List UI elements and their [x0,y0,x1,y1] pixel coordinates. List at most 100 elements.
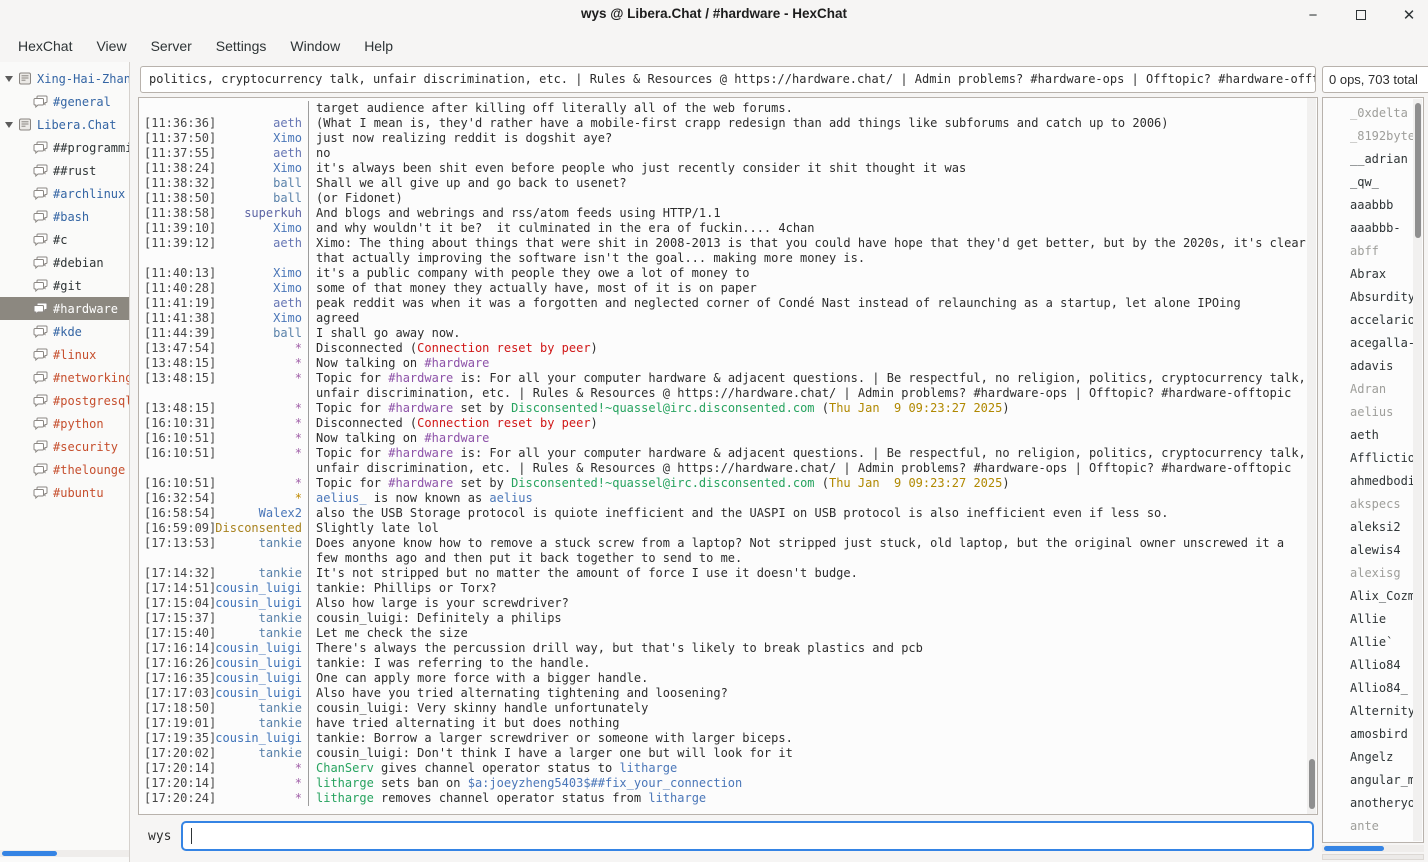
user-list-item[interactable]: aaabbb [1323,194,1414,217]
sidebar-item--c[interactable]: #c [0,228,129,251]
sidebar-item--kde[interactable]: #kde [0,320,129,343]
menu-settings[interactable]: Settings [206,34,277,58]
sidebar-item--general[interactable]: #general [0,90,129,113]
sidebar-item--git[interactable]: #git [0,274,129,297]
timestamp: [17:16:26] [139,656,215,671]
menu-help[interactable]: Help [354,34,403,58]
message-input[interactable] [181,821,1314,851]
sidebar-item--programming[interactable]: ##programming [0,136,129,159]
menu-server[interactable]: Server [141,34,202,58]
userlist-horizontal-scrollbar[interactable] [1322,845,1424,852]
message-text: and why wouldn't it be? it culminated in… [308,221,1307,236]
tree-horizontal-scrollbar[interactable] [0,850,129,857]
timestamp: [17:14:32] [139,566,215,581]
user-list-item[interactable]: alewis4 [1323,539,1414,562]
minimize-icon[interactable]: − [1302,4,1324,26]
user-list-item[interactable]: Adran [1323,378,1414,401]
nick: ball [215,176,308,191]
sidebar-item--ubuntu[interactable]: #ubuntu [0,481,129,504]
nick: ball [215,191,308,206]
nick: * [215,341,308,356]
user-list-item[interactable]: Alix_Cozm [1323,585,1414,608]
user-list-item[interactable]: accelario [1323,309,1414,332]
user-list-item[interactable]: aelius [1323,401,1414,424]
timestamp: [11:39:10] [139,221,215,236]
sidebar-item--python[interactable]: #python [0,412,129,435]
user-list-item[interactable]: ahmedbodi [1323,470,1414,493]
close-icon[interactable]: ✕ [1398,4,1420,26]
center-pane: politics, cryptocurrency talk, unfair di… [138,62,1318,862]
chat-scrollbar[interactable] [1307,98,1316,814]
userlist-scrollbar[interactable] [1413,99,1422,841]
userlist-hscroll-thumb[interactable] [1324,846,1384,851]
maximize-icon[interactable] [1350,4,1372,26]
sidebar-item--bash[interactable]: #bash [0,205,129,228]
expander-triangle-icon[interactable] [5,76,13,82]
timestamp: [17:20:24] [139,791,215,806]
sidebar-item-libera-chat[interactable]: Libera.Chat [0,113,129,136]
user-list-item[interactable]: _0xdelta [1323,102,1414,125]
menu-view[interactable]: View [86,34,136,58]
user-list-item[interactable]: aaabbb- [1323,217,1414,240]
user-list-item[interactable]: alexisg [1323,562,1414,585]
user-list-item[interactable]: Allio84_ [1323,677,1414,700]
sidebar-item-label: #security [53,440,118,454]
title-bar[interactable]: wys @ Libera.Chat / #hardware - HexChat … [0,0,1428,30]
sidebar-item--postgresql[interactable]: #postgresql [0,389,129,412]
sidebar-item-xing-hai-zhan[interactable]: Xing-Hai-Zhan [0,67,129,90]
channel-tree-rows: Xing-Hai-Zhan#generalLibera.Chat##progra… [0,67,129,504]
sidebar-item--hardware[interactable]: #hardware [0,297,129,320]
sidebar-item--thelounge[interactable]: #thelounge [0,458,129,481]
sidebar-item--debian[interactable]: #debian [0,251,129,274]
chat-line: [17:16:35]cousin_luigiOne can apply more… [139,671,1307,686]
expander-triangle-icon[interactable] [5,122,13,128]
user-list-item[interactable]: aleksi2 [1323,516,1414,539]
menu-window[interactable]: Window [280,34,350,58]
sidebar-item--linux[interactable]: #linux [0,343,129,366]
user-list-item[interactable]: Absurdity [1323,286,1414,309]
timestamp: [13:48:15] [139,401,215,416]
user-list-item[interactable]: Allie` [1323,631,1414,654]
sidebar-item--security[interactable]: #security [0,435,129,458]
timestamp: [16:59:09] [139,521,215,536]
user-list-item[interactable]: acegalla- [1323,332,1414,355]
user-list-item[interactable]: aeth [1323,424,1414,447]
user-list-item[interactable]: Affliction [1323,447,1414,470]
chat-line: [11:36:36]aeth(What I mean is, they'd ra… [139,116,1307,131]
topic-bar[interactable]: politics, cryptocurrency talk, unfair di… [140,66,1316,93]
menu-hexchat[interactable]: HexChat [8,34,82,58]
userlist-scrollbar-thumb[interactable] [1415,103,1421,238]
chat-line: [17:20:24]*litharge removes channel oper… [139,791,1307,806]
user-list-item[interactable]: abff [1323,240,1414,263]
tree-hscroll-thumb[interactable] [2,851,57,856]
message-text: target audience after killing off litera… [308,101,1307,116]
channel-icon [33,210,48,223]
nick: aeth [215,296,308,311]
sidebar-item--archlinux[interactable]: #archlinux [0,182,129,205]
sidebar-item--rust[interactable]: ##rust [0,159,129,182]
channel-tree: Xing-Hai-Zhan#generalLibera.Chat##progra… [0,62,130,862]
user-list-item[interactable]: _qw_ [1323,171,1414,194]
timestamp: [17:14:51] [139,581,215,596]
sidebar-item-label: ##rust [53,164,96,178]
chat-scrollbar-thumb[interactable] [1309,759,1315,809]
message-text: Also have you tried alternating tighteni… [308,686,1307,701]
user-list-item[interactable]: akspecs [1323,493,1414,516]
user-list-item[interactable]: Abrax [1323,263,1414,286]
user-list-item[interactable]: Allie [1323,608,1414,631]
message-text: Topic for #hardware set by Disconsented!… [308,476,1307,491]
user-list-item[interactable]: adavis [1323,355,1414,378]
user-list-item[interactable]: Angelz [1323,746,1414,769]
sidebar-item--networking[interactable]: #networking [0,366,129,389]
channel-icon [33,486,48,499]
user-list-item[interactable]: amosbird [1323,723,1414,746]
user-list-item[interactable]: __adrian [1323,148,1414,171]
user-list-item[interactable]: anotheryo [1323,792,1414,815]
user-list-item[interactable]: Alternity [1323,700,1414,723]
user-list-item[interactable]: _8192byte [1323,125,1414,148]
userlist-horizontal-scrollbar-2[interactable] [1322,854,1424,860]
user-list-item[interactable]: Allio84 [1323,654,1414,677]
user-list-item[interactable]: ante [1323,815,1414,838]
user-list-item[interactable]: angular_m [1323,769,1414,792]
sidebar-item-label: #kde [53,325,82,339]
